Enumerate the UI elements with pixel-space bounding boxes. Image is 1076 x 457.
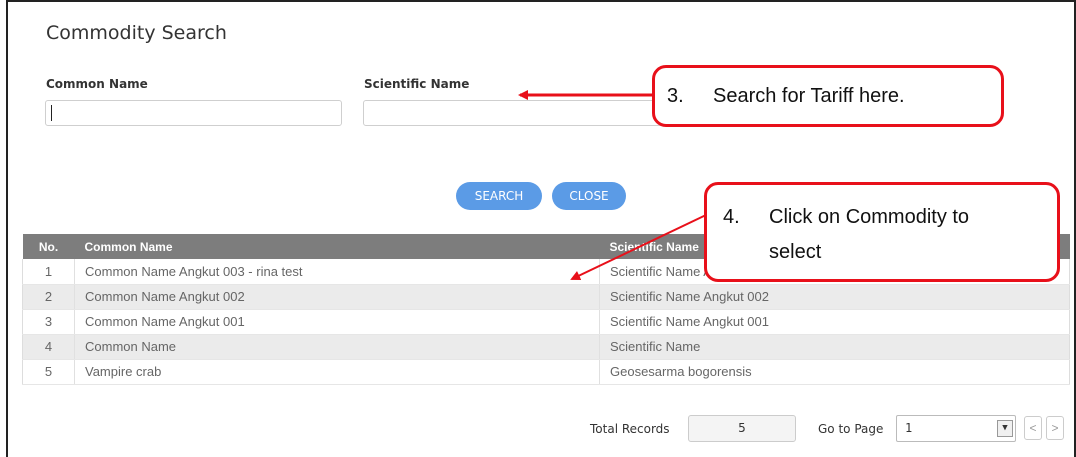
callout-search-tariff: 3. Search for Tariff here. xyxy=(652,65,1004,127)
next-page-button[interactable]: > xyxy=(1046,416,1064,440)
chevron-left-icon: < xyxy=(1029,421,1037,435)
row-scientific-name[interactable]: Scientific Name xyxy=(599,334,1070,360)
dialog-title: Commodity Search xyxy=(46,22,227,44)
callout-select-commodity: 4. Click on Commodity to select xyxy=(704,182,1060,282)
callout-number: 3. xyxy=(667,85,684,107)
row-common-name[interactable]: Vampire crab xyxy=(74,359,600,385)
row-common-name[interactable]: Common Name Angkut 001 xyxy=(74,309,600,335)
header-no: No. xyxy=(22,234,75,259)
callout-text: Search for Tariff here. xyxy=(713,85,905,107)
page-select[interactable]: 1 ▼ xyxy=(896,415,1016,442)
total-records-label: Total Records xyxy=(590,422,670,436)
row-common-name[interactable]: Common Name Angkut 002 xyxy=(74,284,600,310)
callout-number: 4. xyxy=(723,206,740,228)
row-common-name[interactable]: Common Name xyxy=(74,334,600,360)
row-scientific-name[interactable]: Scientific Name Angkut 001 xyxy=(599,309,1070,335)
row-no: 1 xyxy=(22,259,75,285)
table-row[interactable]: 2 Common Name Angkut 002 Scientific Name… xyxy=(22,284,1070,310)
table-row[interactable]: 5 Vampire crab Geosesarma bogorensis xyxy=(22,359,1070,385)
row-scientific-name[interactable]: Scientific Name Angkut 002 xyxy=(599,284,1070,310)
scientific-name-input[interactable] xyxy=(363,100,663,126)
go-to-page-label: Go to Page xyxy=(818,422,884,436)
row-no: 3 xyxy=(22,309,75,335)
prev-page-button[interactable]: < xyxy=(1024,416,1042,440)
close-button[interactable]: CLOSE xyxy=(552,182,626,210)
common-name-input[interactable] xyxy=(45,100,342,126)
common-name-label: Common Name xyxy=(46,77,148,91)
row-common-name[interactable]: Common Name Angkut 003 - rina test xyxy=(74,259,600,285)
callout-text-line2: select xyxy=(769,241,822,263)
scientific-name-label: Scientific Name xyxy=(364,77,470,91)
callout-text-line1: Click on Commodity to xyxy=(769,206,970,228)
row-no: 5 xyxy=(22,359,75,385)
header-common-name: Common Name xyxy=(74,234,600,259)
row-no: 2 xyxy=(22,284,75,310)
text-cursor xyxy=(51,105,52,121)
chevron-down-icon[interactable]: ▼ xyxy=(997,420,1013,437)
row-scientific-name[interactable]: Geosesarma bogorensis xyxy=(599,359,1070,385)
page-select-value: 1 xyxy=(905,421,913,435)
table-row[interactable]: 3 Common Name Angkut 001 Scientific Name… xyxy=(22,309,1070,335)
total-records-value: 5 xyxy=(688,415,796,442)
search-button[interactable]: SEARCH xyxy=(456,182,542,210)
row-no: 4 xyxy=(22,334,75,360)
table-row[interactable]: 4 Common Name Scientific Name xyxy=(22,334,1070,360)
chevron-right-icon: > xyxy=(1051,421,1059,435)
